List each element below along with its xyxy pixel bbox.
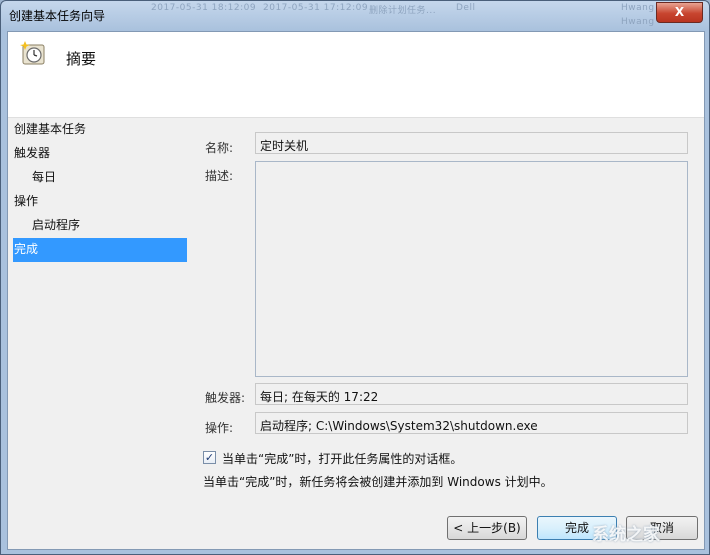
background-text: Hwang [621, 3, 655, 13]
background-text: 2017-05-31 18:12:09 [151, 3, 257, 13]
trigger-label: 触发器: [205, 391, 246, 405]
step-start-program[interactable]: 启动程序 [8, 214, 190, 238]
step-finish[interactable]: 完成 [13, 238, 187, 262]
background-text: 2017-05-31 17:12:09 [263, 3, 369, 13]
wizard-window: 创建基本任务向导 2017-05-31 18:12:09 2017-05-31 … [0, 0, 710, 555]
completion-note: 当单击“完成”时，新任务将会被创建并添加到 Windows 计划中。 [203, 475, 553, 489]
task-clock-icon [20, 41, 45, 65]
wizard-content: 摘要 创建基本任务 触发器 每日 操作 启动程序 完成 名称: 定时关机 描述:… [7, 31, 705, 550]
checkmark-icon: ✓ [204, 451, 215, 464]
back-button[interactable]: < 上一步(B) [447, 516, 527, 540]
background-text: Dell [456, 3, 476, 13]
name-label: 名称: [205, 141, 234, 155]
wizard-steps: 创建基本任务 触发器 每日 操作 启动程序 完成 [8, 118, 190, 262]
step-action[interactable]: 操作 [8, 190, 190, 214]
step-trigger[interactable]: 触发器 [8, 142, 190, 166]
title-bar[interactable]: 创建基本任务向导 2017-05-31 18:12:09 2017-05-31 … [1, 1, 709, 31]
watermark-logo: 系统之家 [592, 525, 660, 545]
wizard-header: 摘要 [8, 32, 704, 118]
close-icon: X [674, 5, 685, 19]
open-properties-checkbox[interactable]: ✓ [203, 451, 216, 464]
background-text: Hwang [621, 17, 655, 27]
window-title: 创建基本任务向导 [9, 9, 106, 23]
step-create-basic-task[interactable]: 创建基本任务 [8, 118, 190, 142]
action-field[interactable]: 启动程序; C:\Windows\System32\shutdown.exe [255, 412, 688, 434]
trigger-field[interactable]: 每日; 在每天的 17:22 [255, 383, 688, 405]
description-field[interactable] [255, 161, 688, 377]
background-text: 删除计划任务... [369, 6, 437, 16]
open-properties-label[interactable]: 当单击“完成”时，打开此任务属性的对话框。 [222, 450, 462, 467]
name-field[interactable]: 定时关机 [255, 132, 688, 154]
description-label: 描述: [205, 169, 234, 183]
page-title: 摘要 [66, 50, 97, 68]
close-button[interactable]: X [656, 2, 703, 23]
action-label: 操作: [205, 421, 234, 435]
step-daily[interactable]: 每日 [8, 166, 190, 190]
